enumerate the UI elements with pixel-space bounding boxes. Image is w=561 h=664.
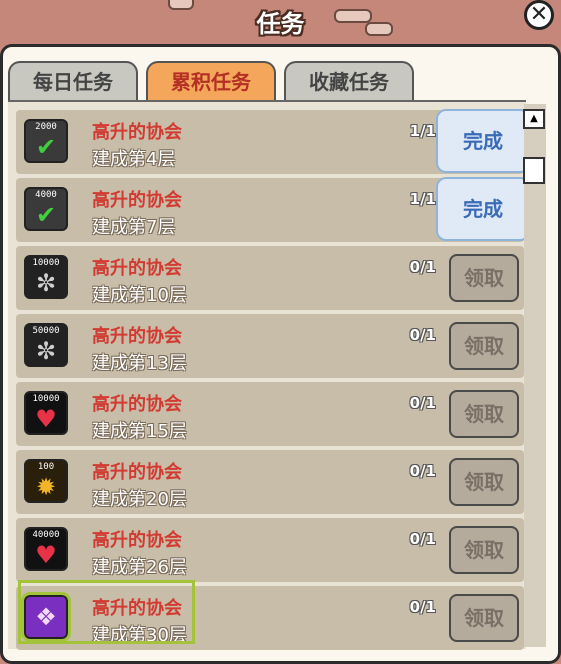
icon-value: 50000 (32, 326, 60, 336)
task-progress: 0/1 (409, 462, 436, 480)
close-button[interactable]: ✕ (524, 0, 554, 30)
tab-cumulative[interactable]: 累积任务 (146, 61, 276, 101)
tab-bar: 每日任务 累积任务 收藏任务 (8, 61, 428, 101)
claim-button[interactable]: 领取 (449, 458, 519, 506)
complete-button[interactable]: 完成 (436, 177, 530, 241)
task-progress: 1/1 (409, 190, 436, 208)
title-bar: 任务 ✕ (0, 0, 561, 46)
gold-coin-icon: 100 ✹ (24, 459, 68, 503)
check-coin-icon: 4000 ✔ (24, 187, 68, 231)
window-title: 任务 (256, 10, 305, 38)
task-row: 2000 ✔ 高升的协会 建成第4层 1/1 完成 (16, 109, 530, 174)
task-name: 高升的协会 (92, 190, 182, 211)
checkmark-icon: ✔ (35, 133, 57, 161)
icon-value: 2000 (35, 122, 57, 132)
icon-value: 40000 (32, 530, 60, 540)
scrollbar-thumb[interactable] (523, 157, 545, 184)
task-row: 50000 ✼ 高升的协会 建成第13层 0/1 领取 (16, 314, 524, 378)
task-row: 10000 ✼ 高升的协会 建成第10层 0/1 领取 (16, 246, 524, 310)
task-name: 高升的协会 (92, 394, 182, 415)
icon-value: 4000 (35, 190, 57, 200)
task-name: 高升的协会 (92, 122, 182, 143)
complete-button[interactable]: 完成 (436, 109, 530, 173)
task-progress: 0/1 (409, 258, 436, 276)
task-desc: 建成第13层 (92, 353, 187, 374)
tab-collection[interactable]: 收藏任务 (284, 61, 414, 101)
task-row: 40000 ♥ 高升的协会 建成第26层 0/1 领取 (16, 518, 524, 582)
coin-glyph: ✹ (35, 473, 57, 501)
selection-highlight (18, 580, 195, 644)
heart-glyph: ♥ (35, 541, 57, 569)
task-desc: 建成第10层 (92, 285, 187, 306)
claim-button[interactable]: 领取 (449, 526, 519, 574)
task-row: 10000 ♥ 高升的协会 建成第15层 0/1 领取 (16, 382, 524, 446)
task-desc: 建成第4层 (92, 149, 176, 170)
task-list: 2000 ✔ 高升的协会 建成第4层 1/1 完成 4000 ✔ 高升的协会 建… (8, 100, 530, 650)
coin-glyph: ✼ (35, 269, 57, 297)
claim-button[interactable]: 领取 (449, 390, 519, 438)
task-desc: 建成第20层 (92, 489, 187, 510)
task-name: 高升的协会 (92, 462, 182, 483)
task-progress: 1/1 (409, 122, 436, 140)
claim-button[interactable]: 领取 (449, 322, 519, 370)
task-desc: 建成第26层 (92, 557, 187, 578)
claim-button[interactable]: 领取 (449, 254, 519, 302)
silver-coin-icon: 10000 ✼ (24, 255, 68, 299)
task-row: 4000 ✔ 高升的协会 建成第7层 1/1 完成 (16, 177, 530, 242)
icon-value: 100 (37, 462, 55, 472)
tab-daily[interactable]: 每日任务 (8, 61, 138, 101)
checkmark-icon: ✔ (35, 201, 57, 229)
scroll-up-button[interactable]: ▲ (523, 109, 545, 129)
task-desc: 建成第7层 (92, 217, 176, 238)
task-name: 高升的协会 (92, 530, 182, 551)
task-desc: 建成第15层 (92, 421, 187, 442)
check-coin-icon: 2000 ✔ (24, 119, 68, 163)
task-row: 100 ✹ 高升的协会 建成第20层 0/1 领取 (16, 450, 524, 514)
task-progress: 0/1 (409, 394, 436, 412)
task-name: 高升的协会 (92, 326, 182, 347)
coin-glyph: ✼ (35, 337, 57, 365)
heart-icon: 40000 ♥ (24, 527, 68, 571)
claim-button[interactable]: 领取 (449, 594, 519, 642)
scrollbar-track[interactable] (524, 104, 546, 647)
heart-icon: 10000 ♥ (24, 391, 68, 435)
task-progress: 0/1 (409, 530, 436, 548)
task-name: 高升的协会 (92, 258, 182, 279)
task-progress: 0/1 (409, 326, 436, 344)
icon-value: 10000 (32, 258, 60, 268)
silver-coin-icon: 50000 ✼ (24, 323, 68, 367)
heart-glyph: ♥ (35, 405, 57, 433)
task-progress: 0/1 (409, 598, 436, 616)
icon-value: 10000 (32, 394, 60, 404)
